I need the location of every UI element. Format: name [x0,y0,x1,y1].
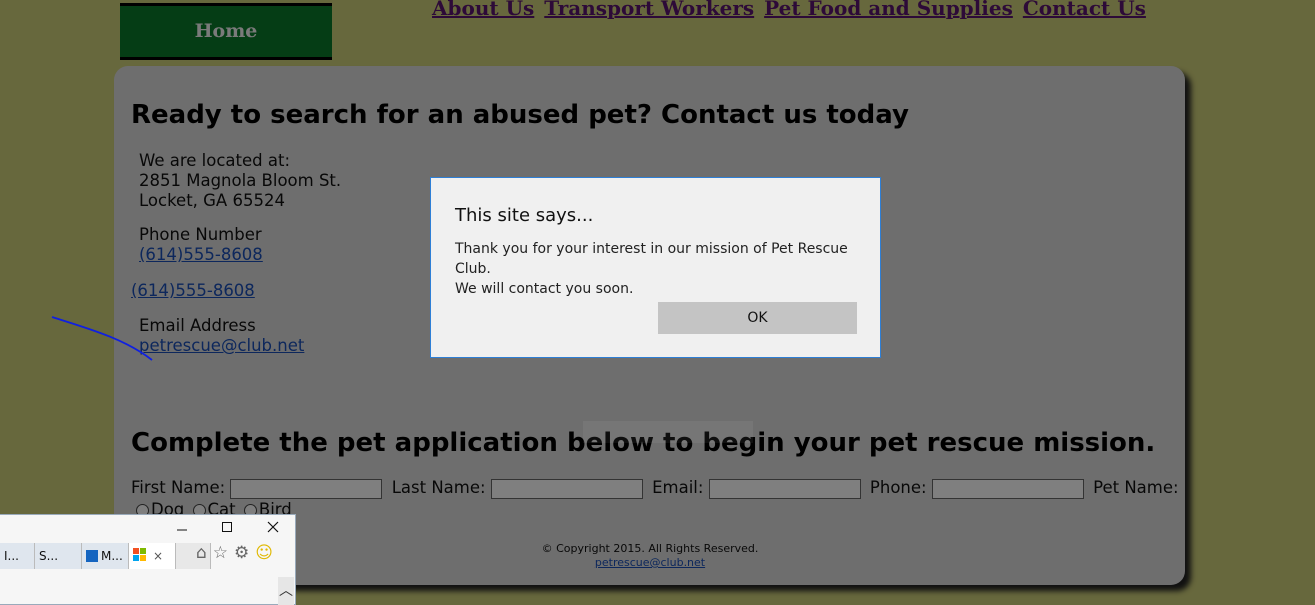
browser-window-fragment: I... S... M... × ⌂ ☆ ⚙ ☺ ︿ [0,514,296,605]
windows-logo-icon [133,547,147,565]
scroll-up-chevron-icon[interactable]: ︿ [278,577,294,605]
tab-1[interactable]: I... [0,543,35,569]
dialog-title: This site says... [455,205,594,226]
settings-gear-icon[interactable]: ⚙ [234,543,249,563]
dialog-message-line1: Thank you for your interest in our missi… [455,241,848,277]
tab-2-label: S... [39,549,59,563]
close-icon[interactable] [267,519,279,537]
tab-3-label: M... [101,549,123,563]
maximize-icon[interactable] [221,519,233,537]
minimize-icon[interactable] [176,519,188,537]
tab-1-label: I... [4,549,19,563]
home-icon[interactable]: ⌂ [196,543,207,563]
faded-element [583,421,753,443]
tab-4-active[interactable]: × [129,543,176,569]
tab-3[interactable]: M... [82,543,129,569]
outlook-icon [86,550,98,562]
dialog-message: Thank you for your interest in our missi… [455,239,880,299]
toolbar-icons: ⌂ ☆ ⚙ ☺ [196,543,273,563]
pen-annotation [51,316,153,361]
tab-2[interactable]: S... [35,543,82,569]
favorites-star-icon[interactable]: ☆ [213,543,228,563]
tab-strip: I... S... M... × [0,543,211,569]
tab-close-icon[interactable]: × [153,549,163,563]
smiley-feedback-icon[interactable]: ☺ [255,543,273,563]
ok-button[interactable]: OK [658,302,857,334]
alert-dialog: This site says... Thank you for your int… [430,177,881,358]
dialog-message-line2: We will contact you soon. [455,281,634,297]
